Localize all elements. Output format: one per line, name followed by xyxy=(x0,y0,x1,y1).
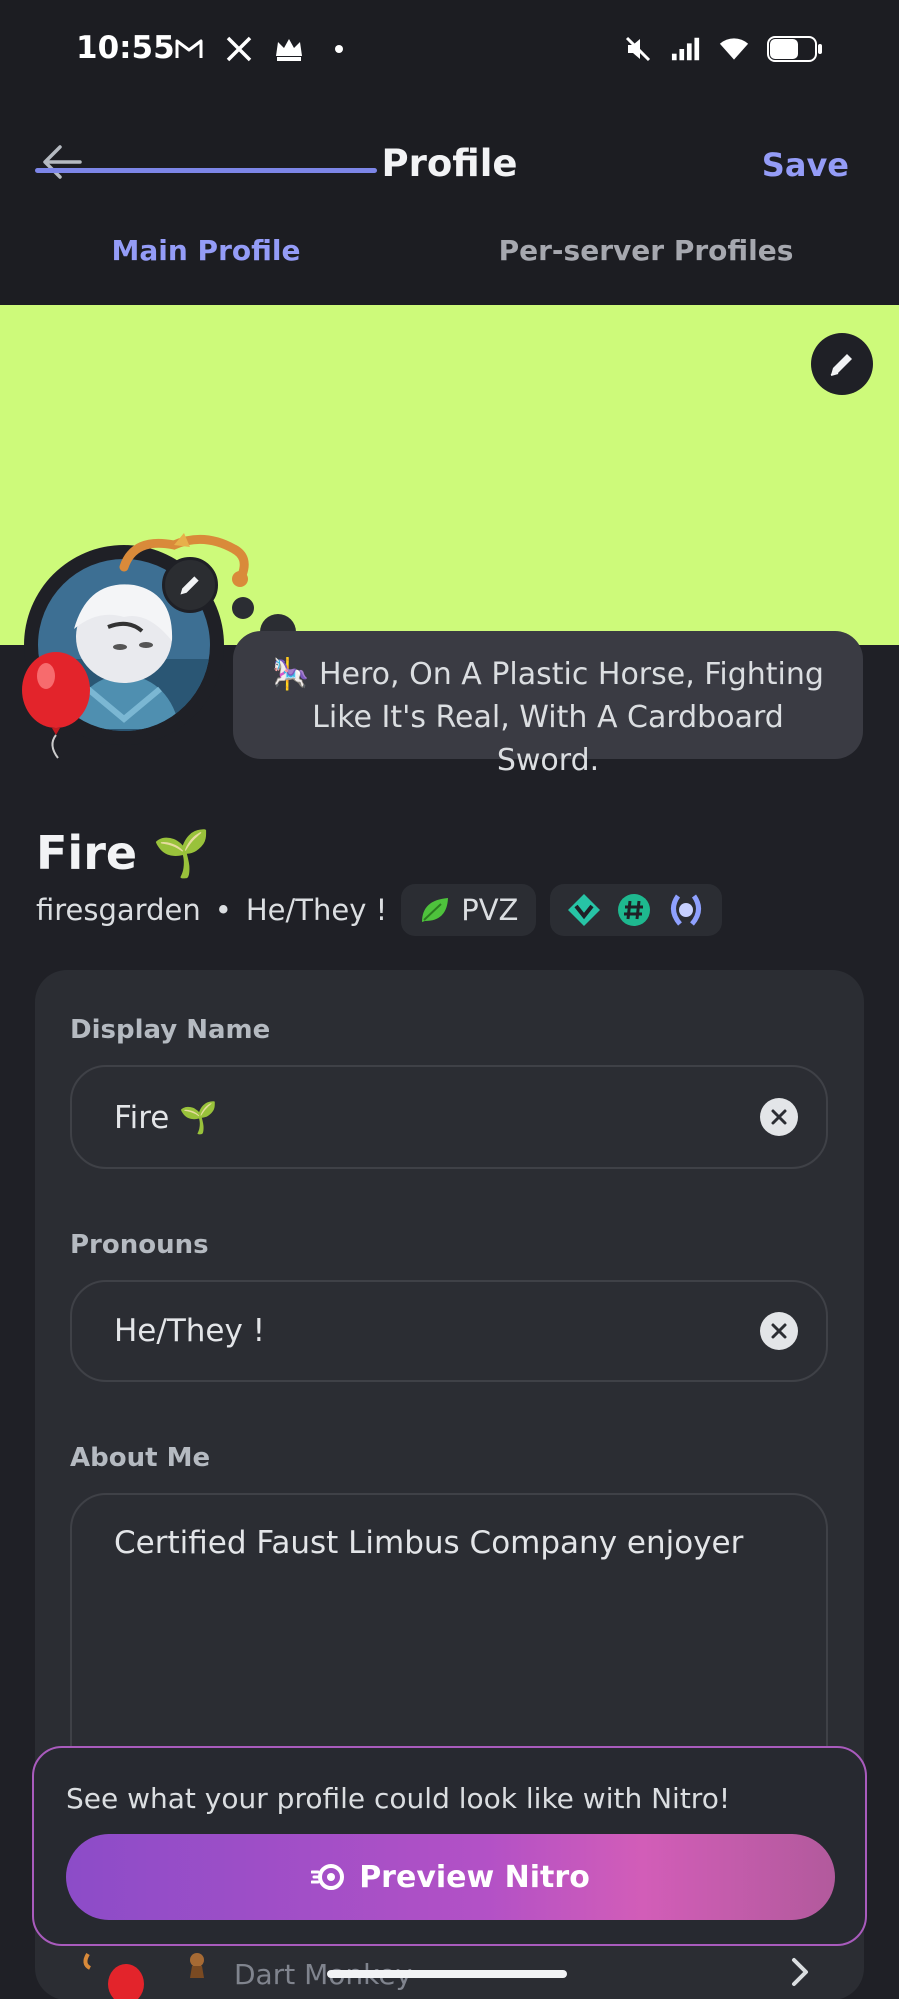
crown-icon xyxy=(274,34,304,64)
about-me-input[interactable]: Certified Faust Limbus Company enjoyer xyxy=(114,1525,743,1561)
clear-display-name-button[interactable] xyxy=(760,1098,798,1136)
server-tag-label: PVZ xyxy=(461,893,519,927)
username: firesgarden xyxy=(36,893,201,927)
display-name-input[interactable]: Fire 🌱 xyxy=(114,1099,218,1136)
notification-icons xyxy=(174,34,354,64)
gmail-icon xyxy=(174,34,204,64)
status-time: 10:55 xyxy=(76,30,175,66)
user-info-line: firesgarden • He/They ! PVZ xyxy=(36,884,723,936)
mute-icon xyxy=(623,34,653,64)
display-name-field[interactable]: Fire 🌱 xyxy=(70,1065,828,1169)
chevron-right-icon xyxy=(792,1958,808,1986)
pronouns-field[interactable]: He/They ! xyxy=(70,1280,828,1382)
close-icon xyxy=(771,1323,787,1339)
profile-display-name: Fire 🌱 xyxy=(36,826,211,880)
badge-list[interactable] xyxy=(550,884,723,936)
system-icons xyxy=(623,34,823,64)
server-tag[interactable]: PVZ xyxy=(401,884,537,936)
balloon-icon xyxy=(18,650,108,760)
x-icon xyxy=(224,34,254,64)
pencil-icon xyxy=(830,354,852,376)
hypesquad-icon xyxy=(568,894,601,926)
status-text: Hero, On A Plastic Horse, Fighting Like … xyxy=(312,657,824,778)
pronouns-text: He/They ! xyxy=(245,893,388,927)
status-bar: 10:55 xyxy=(0,0,899,100)
tab-per-server-profiles[interactable]: Per-server Profiles xyxy=(470,234,822,304)
leaf-icon xyxy=(422,898,449,922)
app-header: Profile Save Main Profile Per-server Pro… xyxy=(0,100,899,305)
tab-main-profile[interactable]: Main Profile xyxy=(35,234,377,304)
home-indicator[interactable] xyxy=(327,1970,567,1978)
signal-icon xyxy=(671,34,701,64)
pencil-icon xyxy=(180,576,199,595)
pronouns-input[interactable]: He/They ! xyxy=(114,1313,265,1349)
hashtag-icon xyxy=(618,894,651,926)
balloon-icon xyxy=(83,1952,144,1999)
separator: • xyxy=(214,893,232,927)
status-emoji: 🎠 xyxy=(272,657,310,692)
thought-dot xyxy=(232,597,254,619)
battery-icon xyxy=(767,34,823,64)
preview-nitro-label: Preview Nitro xyxy=(359,1859,590,1895)
edit-avatar-button[interactable] xyxy=(162,557,218,613)
nitro-icon xyxy=(311,1864,345,1890)
active-tab-indicator xyxy=(35,168,377,173)
laurel-icon xyxy=(671,894,702,926)
nitro-upsell-panel: See what your profile could look like wi… xyxy=(32,1746,867,1946)
monkey-icon xyxy=(190,1953,204,1978)
nitro-prompt-text: See what your profile could look like wi… xyxy=(66,1782,731,1815)
edit-banner-button[interactable] xyxy=(811,333,873,395)
wifi-icon xyxy=(719,34,749,64)
dot-icon xyxy=(324,34,354,64)
clear-pronouns-button[interactable] xyxy=(760,1312,798,1350)
profile-tabs: Main Profile Per-server Profiles xyxy=(0,230,899,305)
save-button[interactable]: Save xyxy=(762,146,849,184)
custom-status-bubble[interactable]: 🎠 Hero, On A Plastic Horse, Fighting Lik… xyxy=(233,631,863,778)
avatar-container[interactable] xyxy=(22,533,249,759)
display-name-label: Display Name xyxy=(70,1015,271,1045)
close-icon xyxy=(771,1109,787,1125)
pronouns-label: Pronouns xyxy=(70,1230,209,1260)
about-me-label: About Me xyxy=(70,1443,211,1473)
preview-nitro-button[interactable]: Preview Nitro xyxy=(66,1834,835,1920)
